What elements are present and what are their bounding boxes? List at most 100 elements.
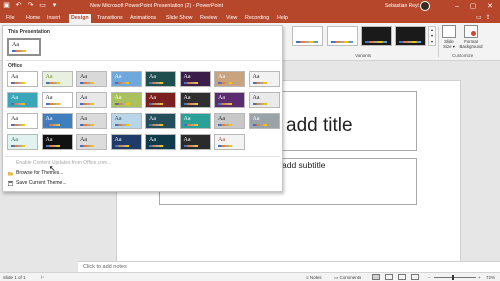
zoom-in-icon[interactable]: + [478, 275, 481, 280]
tab-file[interactable]: File [4, 14, 17, 23]
tab-slide-show[interactable]: Slide Show [164, 14, 195, 23]
tab-view[interactable]: View [224, 14, 239, 23]
undo-icon[interactable]: ↶ [14, 1, 23, 10]
redo-icon[interactable]: ↷ [26, 1, 35, 10]
customize-group-label: Customize [452, 53, 474, 58]
user-name[interactable]: Sebastian Reyl [385, 3, 419, 9]
theme-thumb[interactable]: Aa [41, 113, 73, 129]
theme-thumb-text: Aa [45, 137, 53, 143]
format-background-label-2: Background [459, 44, 483, 49]
tab-animations[interactable]: Animations [128, 14, 158, 23]
zoom-slider[interactable] [434, 277, 476, 278]
theme-thumb-colors [80, 103, 94, 105]
variant-1[interactable] [292, 26, 323, 46]
notes-pane[interactable]: Click to add notes [78, 261, 500, 272]
theme-thumb[interactable]: Aa [7, 113, 38, 129]
zoom-level[interactable]: 72% [486, 275, 495, 280]
tab-recording[interactable]: Recording [243, 14, 271, 23]
theme-thumb[interactable]: Aa [214, 113, 245, 129]
comments-toggle[interactable]: ▭ Comments [334, 275, 361, 281]
status-bar: Slide 1 of 1 ⚐ ≡ Notes ▭ Comments – + 72… [0, 272, 500, 281]
theme-thumb[interactable]: Aa [145, 92, 176, 108]
format-background-icon [464, 25, 478, 38]
share-icon[interactable]: ⇪ [486, 14, 491, 21]
slide-size-button[interactable]: Slide Size ▾ [439, 25, 459, 49]
theme-thumb[interactable]: Aa [214, 71, 245, 87]
accessibility-icon[interactable]: ⚐ [40, 275, 44, 281]
variants-scroll[interactable]: ▴ ▾ ▾ [428, 26, 436, 46]
theme-thumb-colors [45, 103, 60, 105]
enable-content-updates-label: Enable Content Updates from Office.com..… [16, 160, 112, 166]
theme-thumb[interactable]: Aa [76, 71, 107, 87]
normal-view-icon[interactable] [372, 274, 380, 280]
theme-thumb[interactable]: Aa [248, 113, 280, 129]
slide-sorter-icon[interactable] [385, 274, 393, 280]
restore-icon[interactable]: ▢ [466, 0, 480, 13]
theme-thumb-colors [45, 124, 60, 126]
tab-review[interactable]: Review [198, 14, 219, 23]
theme-thumb[interactable]: Aa [179, 71, 211, 87]
theme-thumb[interactable]: Aa [214, 92, 245, 108]
theme-thumb[interactable]: Aa [179, 134, 211, 150]
present-icon[interactable]: ▭ [38, 1, 47, 10]
theme-thumb[interactable]: Aa [110, 134, 142, 150]
theme-thumb[interactable]: Aa [76, 134, 107, 150]
format-background-button[interactable]: Format Background [458, 25, 484, 49]
theme-thumb[interactable]: Aa [41, 92, 73, 108]
theme-thumb[interactable]: Aa [145, 134, 176, 150]
theme-thumb[interactable]: Aa [76, 113, 107, 129]
notes-toggle[interactable]: ≡ Notes [306, 275, 322, 280]
variant-2[interactable] [327, 26, 358, 46]
theme-thumb-text: Aa [149, 137, 156, 143]
theme-thumb-colors [45, 82, 60, 84]
zoom-slider-thumb[interactable] [452, 275, 454, 280]
theme-thumb[interactable]: Aa [179, 113, 211, 129]
avatar[interactable] [420, 1, 430, 11]
slideshow-view-icon[interactable] [411, 274, 419, 280]
customize-icon[interactable]: ▾ [50, 1, 59, 10]
theme-thumb-text: Aa [11, 74, 18, 80]
theme-thumb-colors [218, 103, 232, 105]
theme-thumb[interactable]: Aa [110, 92, 142, 108]
comments-icon[interactable]: ▭ [476, 14, 482, 21]
reading-view-icon[interactable] [398, 274, 406, 280]
this-presentation-heading: This Presentation [8, 29, 50, 35]
theme-thumb-colors [183, 82, 198, 84]
theme-thumb[interactable]: Aa [145, 113, 176, 129]
tab-design[interactable]: Design [69, 14, 91, 23]
browse-for-themes-item[interactable]: Browse for Themes... [6, 169, 206, 178]
variants-group-label: Variants [355, 53, 372, 58]
close-icon[interactable]: ✕ [483, 0, 497, 13]
theme-thumb[interactable]: Aa [110, 71, 142, 87]
window-title: New Microsoft PowerPoint Presentation (2… [90, 3, 224, 9]
theme-thumb[interactable]: Aa [248, 71, 280, 87]
theme-thumb-colors [80, 82, 94, 84]
theme-thumb-colors [114, 124, 129, 126]
theme-thumb[interactable]: Aa [7, 92, 38, 108]
tab-insert[interactable]: Insert [45, 14, 62, 23]
theme-thumb[interactable]: Aa [248, 92, 280, 108]
save-icon[interactable]: ▣ [2, 1, 11, 10]
theme-thumb[interactable]: Aa [7, 71, 38, 87]
theme-thumb[interactable]: Aa [41, 134, 73, 150]
minimize-icon[interactable]: – [450, 0, 464, 13]
theme-thumb[interactable]: Aa [110, 113, 142, 129]
theme-thumb-text: Aa [80, 116, 87, 122]
theme-thumb-colors [11, 145, 25, 147]
save-current-theme-item[interactable]: Save Current Theme... [6, 179, 206, 188]
theme-thumb-colors [11, 82, 25, 84]
variant-3[interactable] [361, 26, 392, 46]
theme-thumb[interactable]: Aa [76, 92, 107, 108]
theme-thumb-text: Aa [114, 95, 122, 101]
theme-thumb[interactable]: Aa [7, 134, 38, 150]
theme-thumb[interactable]: Aa [214, 134, 245, 150]
theme-thumb[interactable]: Aa [179, 92, 211, 108]
tab-help[interactable]: Help [275, 14, 290, 23]
theme-thumb[interactable]: Aa [41, 71, 73, 87]
tab-home[interactable]: Home [24, 14, 42, 23]
zoom-out-icon[interactable]: – [428, 275, 431, 280]
current-theme-thumb[interactable]: Aa [7, 38, 41, 56]
theme-thumb[interactable]: Aa [145, 71, 176, 87]
variant-4[interactable] [395, 26, 426, 46]
tab-transitions[interactable]: Transitions [95, 14, 125, 23]
